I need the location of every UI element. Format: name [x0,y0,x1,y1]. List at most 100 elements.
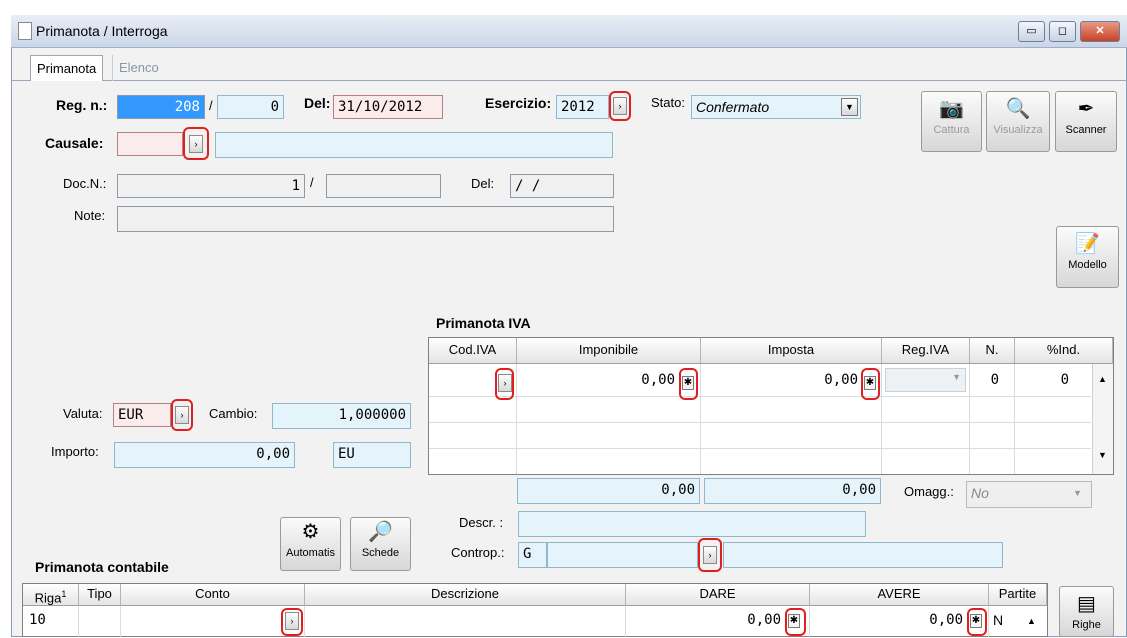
iva-scrollbar[interactable]: ▲ ▼ [1092,364,1113,474]
cambio-label: Cambio: [209,406,258,421]
iva-row-imposta[interactable]: 0,00 [705,372,858,388]
contabile-row-riga[interactable]: 10 [29,612,46,628]
list-icon: ▤ [1077,593,1096,615]
contabile-col-descrizione: Descrizione [305,584,626,606]
causale-code-field[interactable] [117,132,183,156]
minimize-button[interactable]: ▭ [1018,21,1045,42]
dare-calc-icon[interactable]: ✱ [788,614,800,628]
righe-label: Righe [1072,619,1101,631]
cambio-field[interactable]: 1,000000 [272,403,411,429]
schede-button[interactable]: 🔎 Schede [350,517,411,571]
contabile-row-dare[interactable]: 0,00 [629,612,781,628]
stato-label: Stato: [651,95,685,110]
iva-imposta-calc-icon[interactable]: ✱ [864,376,876,390]
stato-value: Confermato [696,99,770,115]
contabile-col-riga-label: Riga [34,590,62,606]
iva-total-imposta: 0,00 [704,478,881,504]
iva-hline [429,396,1091,397]
controp-zoom-icon[interactable]: › [703,546,717,564]
importo-label: Importo: [51,444,99,459]
iva-imponibile-calc-icon[interactable]: ✱ [682,376,694,390]
del-date-field[interactable]: 31/10/2012 [333,95,443,119]
contabile-vline [120,606,121,638]
iva-col-regiva: Reg.IVA [882,338,970,364]
stato-select[interactable]: Confermato [691,95,861,119]
iva-vline [700,364,701,474]
controp-type-field[interactable]: G [518,542,547,568]
cattura-label: Cattura [933,124,970,136]
visualizza-label: Visualizza [993,124,1043,136]
iva-row-ind[interactable]: 0 [1019,372,1069,388]
contabile-col-riga: Riga1 [23,584,79,606]
maximize-button[interactable]: ◻ [1049,21,1076,42]
iva-col-n: N. [970,338,1015,364]
visualizza-button[interactable]: 🔍 Visualizza [986,91,1050,152]
cattura-button[interactable]: 📷 Cattura [921,91,982,152]
iva-codiva-zoom-icon[interactable]: › [498,374,512,392]
descr-field[interactable] [518,511,866,537]
valuta-zoom-icon[interactable]: › [175,406,189,424]
app-icon [18,22,32,40]
scanner-button[interactable]: ✒ Scanner [1055,91,1117,152]
tab-primanota[interactable]: Primanota [30,55,104,81]
iva-grid: Cod.IVA Imponibile Imposta Reg.IVA N. %I… [428,337,1114,475]
contabile-col-conto: Conto [121,584,305,606]
scanner-label: Scanner [1065,124,1107,136]
search-card-icon: 🔎 [368,521,393,543]
esercizio-field[interactable]: 2012 [556,95,609,119]
tab-elenco[interactable]: Elenco [112,55,165,81]
contabile-section-title: Primanota contabile [35,559,169,575]
iva-row-n[interactable]: 0 [973,372,1009,388]
avere-calc-icon[interactable]: ✱ [970,614,982,628]
del-label: Del: [304,95,331,111]
window-title: Primanota / Interroga [36,23,168,39]
valuta-field[interactable]: EUR [113,403,171,427]
contabile-row-partite[interactable]: N [993,612,1003,628]
iva-col-ind: %Ind. [1015,338,1113,364]
doc-del-field[interactable]: / / [510,174,614,198]
sort-indicator: 1 [61,589,67,599]
docn-separator: / [310,175,314,190]
esercizio-label: Esercizio: [485,95,552,111]
scanner-icon: ✒ [1077,98,1095,120]
iva-col-codiva: Cod.IVA [429,338,517,364]
controp-label: Controp.: [451,545,505,560]
note-field[interactable] [117,206,614,232]
modello-button[interactable]: 📝 Modello [1056,226,1119,288]
contabile-row-avere[interactable]: 0,00 [813,612,963,628]
omagg-dropdown-icon[interactable]: ▼ [1073,488,1082,498]
automatis-label: Automatis [286,547,335,559]
reg-sub-field[interactable]: 0 [217,95,284,119]
iva-row-imponibile[interactable]: 0,00 [521,372,675,388]
iva-col-imponibile: Imponibile [517,338,701,364]
reg-number-field[interactable]: 208 [117,95,205,119]
causale-description-field[interactable] [215,132,613,158]
docn-number-field[interactable]: 1 [117,174,305,198]
contabile-col-partite: Partite [989,584,1047,606]
contabile-scroll-up-icon[interactable]: ▲ [1027,616,1036,626]
contabile-vline [78,606,79,638]
iva-scroll-up-icon[interactable]: ▲ [1098,374,1107,384]
iva-scroll-down-icon[interactable]: ▼ [1098,450,1107,460]
iva-row-regiva[interactable]: ▼ [885,368,966,392]
contabile-grid: Riga1 Tipo Conto Descrizione DARE AVERE … [22,583,1048,638]
contabile-vline [304,606,305,638]
controp-description-field[interactable] [723,542,1003,568]
docn-alpha-field[interactable] [326,174,441,198]
importo-currency-field[interactable]: EU [333,442,411,468]
righe-button[interactable]: ▤ Righe [1059,586,1114,637]
controp-code-field[interactable] [547,542,698,568]
automatis-button[interactable]: ⚙ Automatis [280,517,341,571]
causale-label: Causale: [45,135,104,151]
esercizio-zoom-icon[interactable]: › [613,97,627,115]
stato-dropdown-icon[interactable]: ▼ [841,98,858,116]
iva-section-title: Primanota IVA [436,315,531,331]
iva-regiva-dropdown-icon[interactable]: ▼ [952,372,961,382]
causale-zoom-icon[interactable]: › [189,135,203,153]
contabile-col-dare: DARE [626,584,810,606]
conto-zoom-icon[interactable]: › [285,612,299,630]
schede-label: Schede [361,547,400,559]
close-button[interactable]: ✕ [1080,21,1120,42]
importo-field[interactable]: 0,00 [114,442,295,468]
iva-hline [429,422,1091,423]
